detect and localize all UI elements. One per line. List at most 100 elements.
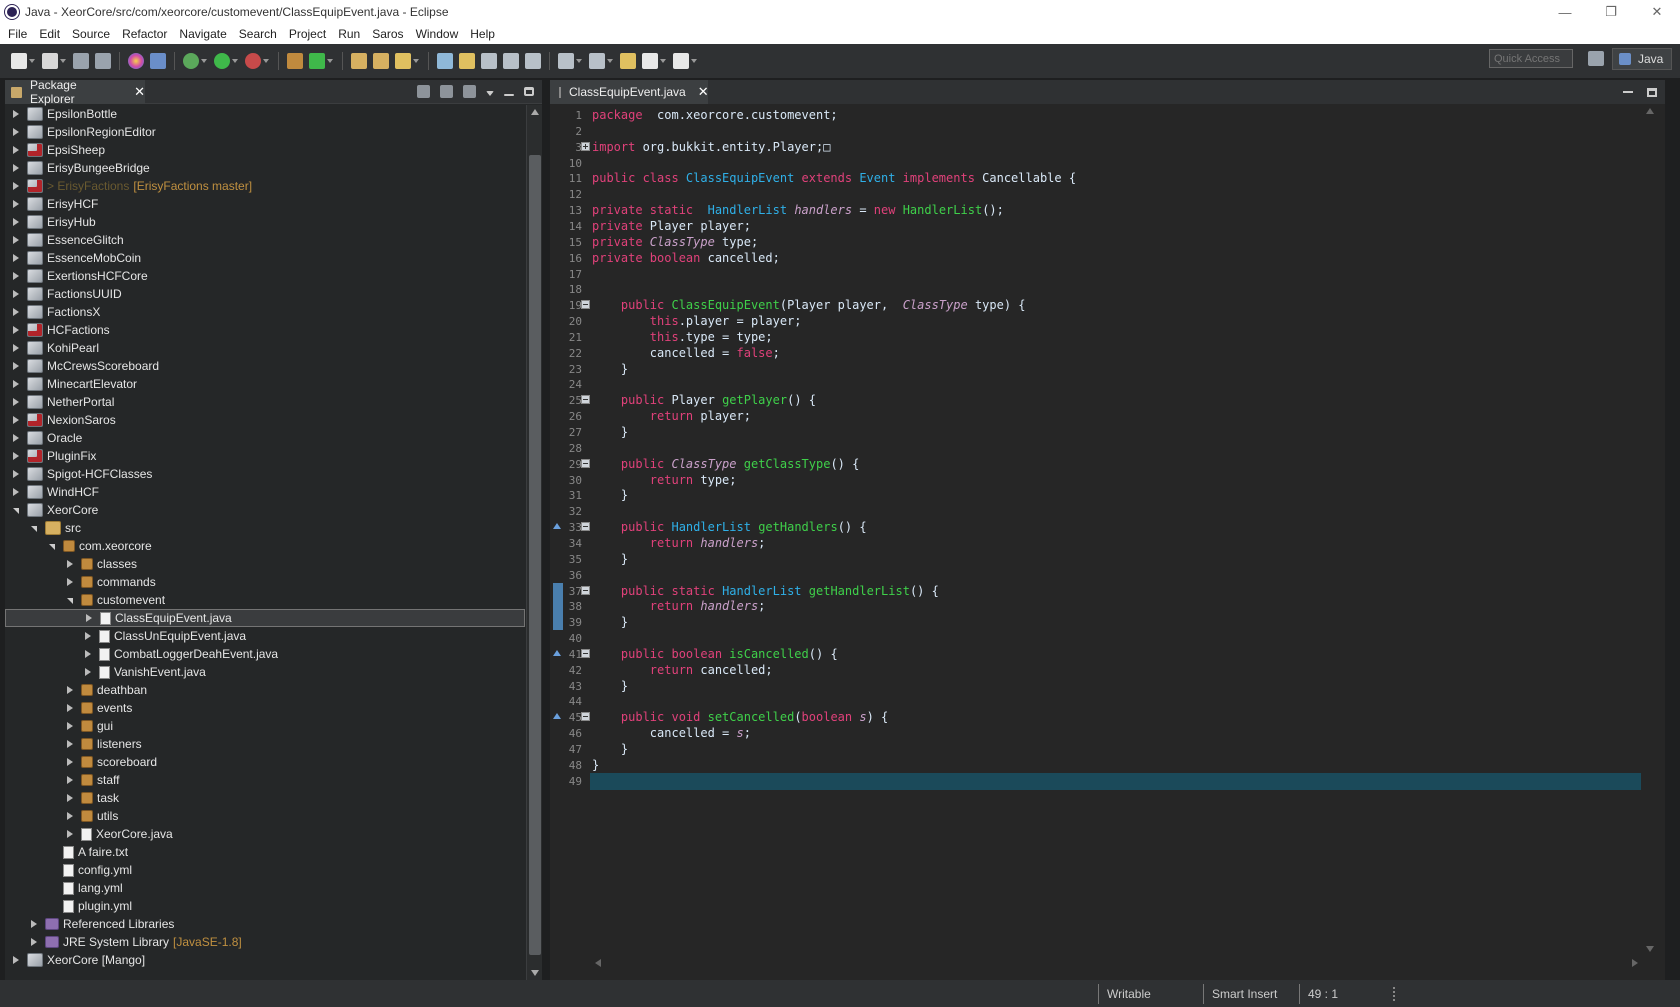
tree-item[interactable]: A faire.txt [5,843,525,861]
tree-item[interactable]: EssenceGlitch [5,231,525,249]
tree-item[interactable]: commands [5,573,525,591]
tree-item[interactable]: XeorCore [Mango] [5,951,525,969]
expand-toggle[interactable] [9,218,23,226]
tree-item[interactable]: Oracle [5,429,525,447]
code-line[interactable]: public static HandlerList getHandlerList… [592,583,939,600]
expand-toggle[interactable] [9,128,23,136]
focus-on-task-icon[interactable] [463,85,476,98]
menu-file[interactable]: File [3,27,34,41]
tree-item[interactable]: JRE System Library [JavaSE-1.8] [5,933,525,951]
expand-toggle[interactable] [63,758,77,766]
scroll-thumb[interactable] [529,155,541,955]
saros-icon[interactable] [128,53,144,69]
menu-run[interactable]: Run [333,27,367,41]
code-line[interactable]: private boolean cancelled; [592,250,780,267]
code-line[interactable]: public void setCancelled(boolean s) { [592,709,888,726]
tree-item[interactable]: ExertionsHCFCore [5,267,525,285]
tree-scrollbar[interactable] [526,105,542,980]
collapse-fold-icon[interactable] [581,648,590,658]
code-line[interactable]: public ClassType getClassType() { [592,456,859,473]
collapse-toggle[interactable] [63,596,77,604]
expand-toggle[interactable] [9,416,23,424]
open-type-icon[interactable] [351,53,367,69]
expand-toggle[interactable] [81,632,95,640]
expand-toggle[interactable] [9,308,23,316]
expand-toggle[interactable] [9,956,23,964]
editor-vertical-scrollbar[interactable] [1643,104,1657,956]
expand-fold-icon[interactable] [581,141,590,151]
tree-item[interactable]: EssenceMobCoin [5,249,525,267]
expand-toggle[interactable] [9,110,23,118]
editor-horizontal-scrollbar[interactable] [590,956,1643,970]
tree-item[interactable]: XeorCore [5,501,525,519]
open-task-icon[interactable] [373,53,389,69]
java-perspective-button[interactable]: Java [1612,48,1672,70]
expand-toggle[interactable] [9,182,23,190]
expand-toggle[interactable] [63,686,77,694]
restore-button[interactable]: ❐ [1588,0,1634,24]
tree-item[interactable]: ClassEquipEvent.java [5,609,525,627]
run-icon[interactable] [214,53,230,69]
open-perspective-icon[interactable] [1588,51,1604,66]
tree-item[interactable]: plugin.yml [5,897,525,915]
save-icon[interactable] [73,53,89,69]
scroll-down-icon[interactable] [1646,946,1654,952]
expand-toggle[interactable] [63,794,77,802]
show-source-icon[interactable] [525,53,541,69]
close-icon[interactable]: ✕ [698,84,709,100]
tree-item[interactable]: NexionSaros [5,411,525,429]
collapse-fold-icon[interactable] [581,712,590,722]
code-line[interactable]: import org.bukkit.entity.Player;□ [592,139,830,156]
tree-item[interactable]: Referenced Libraries [5,915,525,933]
code-line[interactable]: } [592,678,628,695]
code-line[interactable]: package com.xeorcore.customevent; [592,107,838,124]
menu-saros[interactable]: Saros [367,27,410,41]
overrides-marker-icon[interactable] [553,713,561,720]
expand-toggle[interactable] [63,578,77,586]
new-dropdown-icon[interactable] [29,59,35,63]
code-line[interactable]: return type; [592,472,737,489]
scroll-up-icon[interactable] [531,109,539,115]
code-line[interactable]: cancelled = false; [592,345,780,362]
tree-item[interactable]: classes [5,555,525,573]
expand-toggle[interactable] [9,398,23,406]
back-dropdown-icon[interactable] [660,59,666,63]
code-line[interactable]: } [592,487,628,504]
expand-toggle[interactable] [9,470,23,478]
tree-item[interactable]: MinecartElevator [5,375,525,393]
new-java-package-icon[interactable] [287,53,303,69]
code-line[interactable]: private static HandlerList handlers = ne… [592,202,1004,219]
menu-help[interactable]: Help [465,27,502,41]
tree-item[interactable]: EpsilonRegionEditor [5,123,525,141]
tree-item[interactable]: src [5,519,525,537]
view-menu-icon[interactable] [486,91,494,96]
code-line[interactable]: private ClassType type; [592,234,758,251]
close-window-button[interactable]: ✕ [1634,0,1680,24]
tree-item[interactable]: NetherPortal [5,393,525,411]
minimize-view-icon[interactable] [504,93,514,96]
close-icon[interactable]: ✕ [134,84,145,100]
tree-item[interactable]: WindHCF [5,483,525,501]
mark-occurrences-icon[interactable] [459,53,475,69]
expand-toggle[interactable] [9,362,23,370]
menu-source[interactable]: Source [67,27,117,41]
tree-item[interactable]: lang.yml [5,879,525,897]
tree-item[interactable]: > ErisyFactions [ErisyFactions master] [5,177,525,195]
toggle-breadcrumb-icon[interactable] [437,53,453,69]
code-line[interactable]: } [592,424,628,441]
last-edit-location-icon[interactable] [620,53,636,69]
code-line[interactable]: } [592,551,628,568]
maximize-view-icon[interactable] [524,87,534,96]
expand-toggle[interactable] [63,740,77,748]
code-line[interactable]: public ClassEquipEvent(Player player, Cl… [592,297,1026,314]
project-tree[interactable]: EpsilonBottle EpsilonRegionEditor EpsiShee… [5,105,525,980]
search-icon[interactable] [395,53,411,69]
menu-navigate[interactable]: Navigate [174,27,233,41]
collapse-all-icon[interactable] [417,85,430,98]
expand-toggle[interactable] [9,290,23,298]
toggle-block-selection-icon[interactable] [481,53,497,69]
expand-toggle[interactable] [9,200,23,208]
tree-item[interactable]: utils [5,807,525,825]
expand-toggle[interactable] [9,272,23,280]
tree-item[interactable]: CombatLoggerDeahEvent.java [5,645,525,663]
